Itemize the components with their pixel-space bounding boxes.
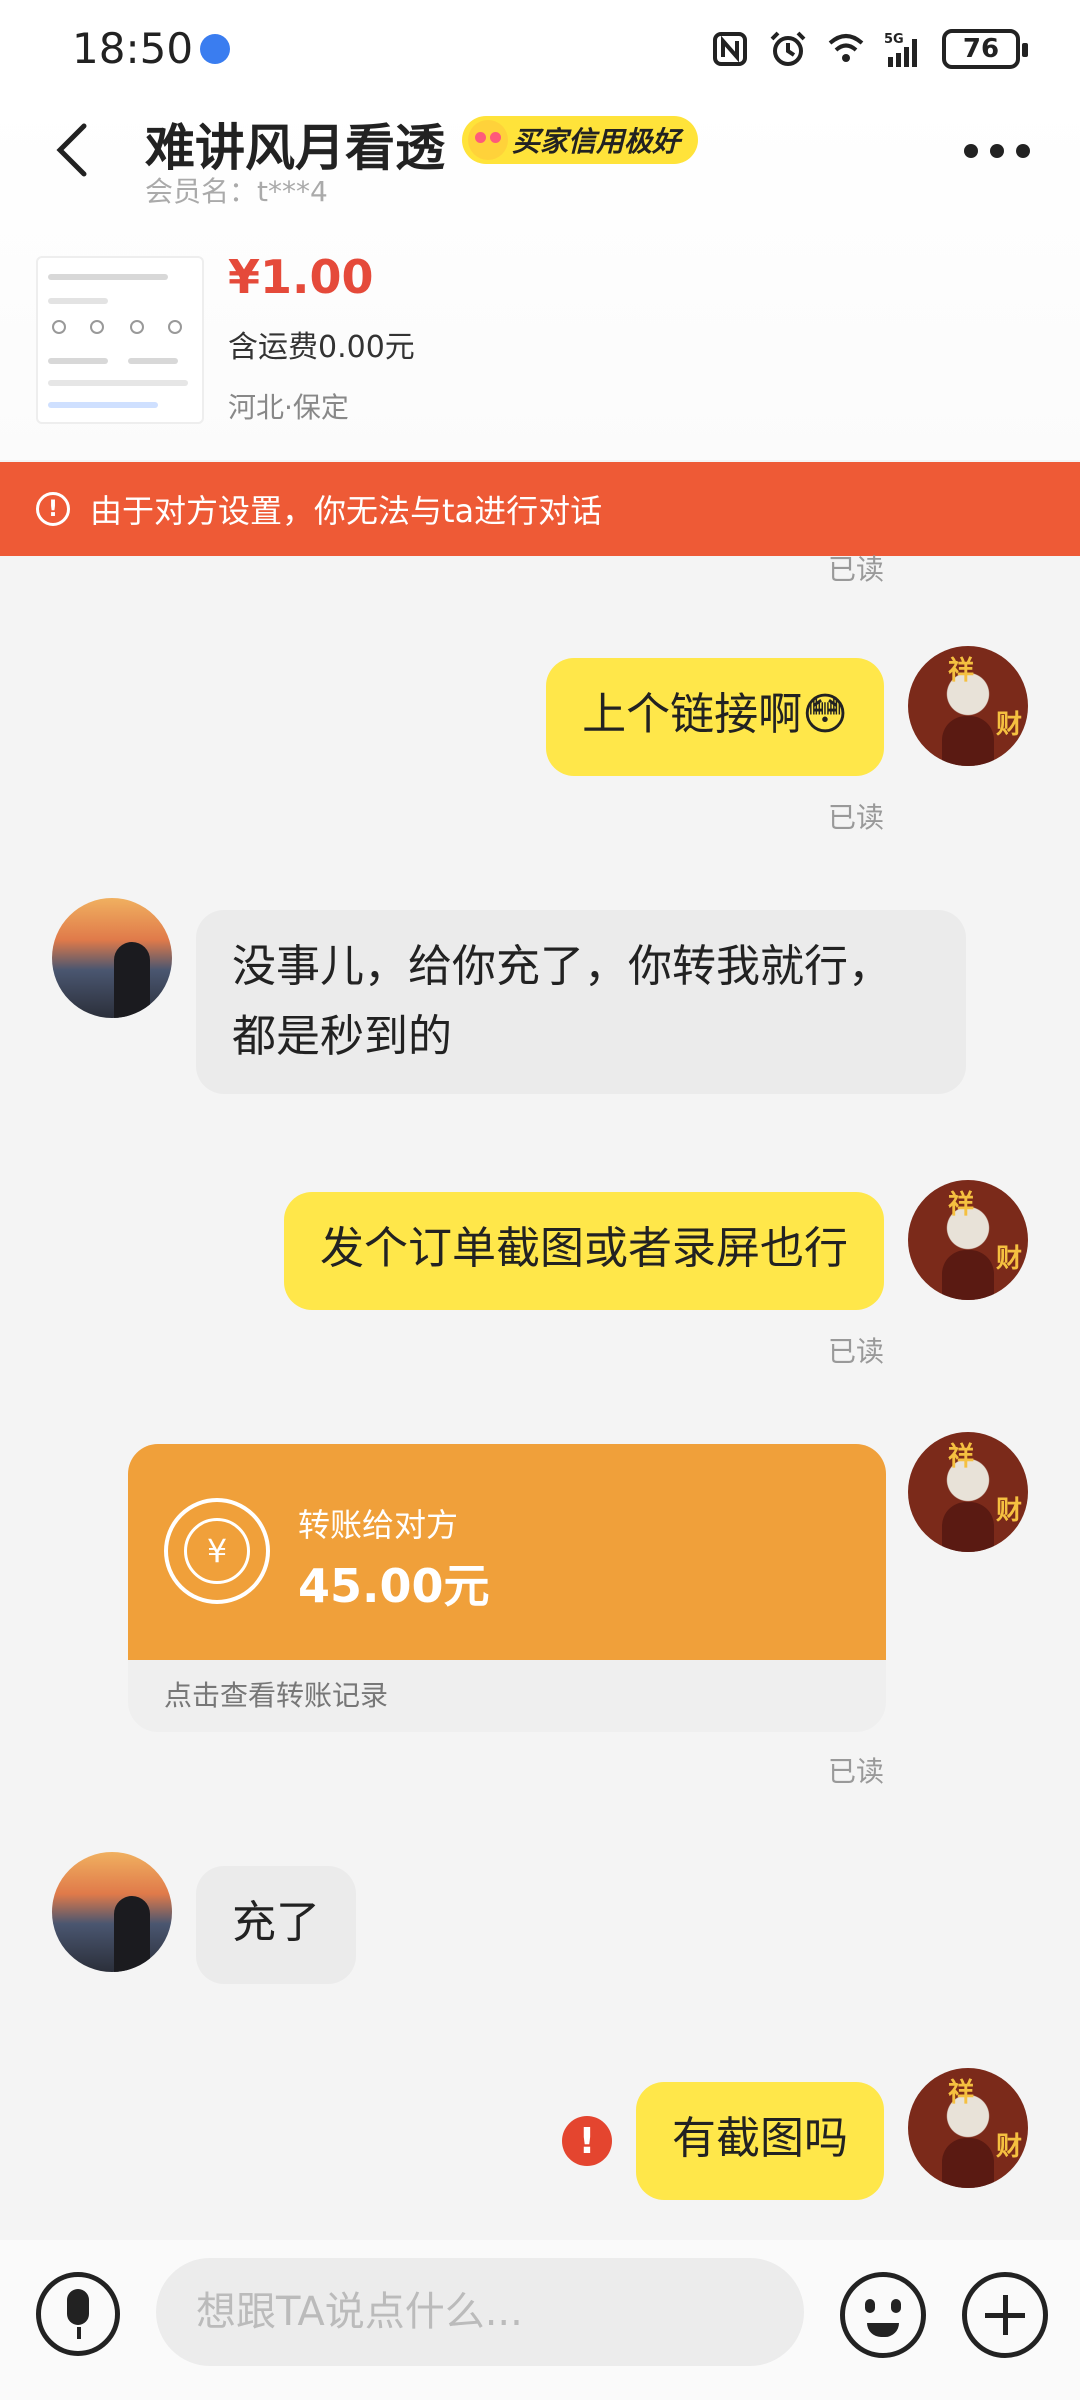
chat-header: 难讲风月看透 买家信用极好 会员名：t***4 ¥1.00 含运费0.00元 河… bbox=[0, 100, 1080, 460]
transfer-label: 转账给对方 bbox=[298, 1506, 459, 1544]
svg-text:5G: 5G bbox=[884, 32, 904, 47]
read-status: 已读 bbox=[827, 553, 884, 586]
product-thumbnail[interactable] bbox=[36, 256, 204, 424]
message-bubble-sent[interactable]: 有截图吗 bbox=[636, 2082, 884, 2200]
my-avatar[interactable]: 祥财 bbox=[908, 1180, 1028, 1300]
read-status: 已读 bbox=[827, 1335, 884, 1368]
my-avatar[interactable]: 祥财 bbox=[908, 1432, 1028, 1552]
product-location: 河北·保定 bbox=[228, 391, 349, 424]
status-icons: 5G 76 bbox=[710, 24, 1028, 74]
message-bubble-sent[interactable]: 上个链接啊😳 bbox=[546, 658, 884, 776]
signal-5g-icon: 5G bbox=[884, 32, 917, 67]
transfer-amount: 45.00元 bbox=[298, 1559, 490, 1613]
status-bar: 18:50 5G 76 bbox=[0, 0, 1080, 100]
warning-text: 由于对方设置，你无法与ta进行对话 bbox=[90, 492, 603, 530]
mic-icon[interactable] bbox=[36, 2272, 120, 2356]
nfc-icon bbox=[713, 32, 747, 66]
transfer-card[interactable]: ¥ 转账给对方 45.00元 点击查看转账记录 bbox=[128, 1444, 886, 1732]
member-name: 会员名：t***4 bbox=[145, 175, 328, 208]
product-shipping: 含运费0.00元 bbox=[228, 330, 415, 365]
input-bar bbox=[0, 2240, 1080, 2400]
emoji-icon[interactable] bbox=[840, 2272, 926, 2358]
transfer-card-body: ¥ 转账给对方 45.00元 bbox=[128, 1444, 886, 1660]
message-bubble-sent[interactable]: 发个订单截图或者录屏也行 bbox=[284, 1192, 884, 1310]
send-failed-icon[interactable]: ! bbox=[562, 2116, 612, 2166]
warning-banner: ! 由于对方设置，你无法与ta进行对话 bbox=[0, 462, 1080, 556]
warning-icon: ! bbox=[36, 492, 70, 526]
wifi-icon bbox=[828, 34, 864, 62]
battery-icon: 76 bbox=[942, 29, 1028, 69]
more-icon[interactable] bbox=[964, 144, 1030, 158]
app-indicator-icon bbox=[200, 34, 230, 64]
alarm-icon bbox=[770, 31, 806, 66]
message-bubble-received[interactable]: 没事儿，给你充了，你转我就行，都是秒到的 bbox=[196, 910, 966, 1094]
read-status: 已读 bbox=[827, 1755, 884, 1788]
status-time: 18:50 bbox=[72, 24, 194, 73]
battery-level: 76 bbox=[962, 34, 1000, 64]
product-price: ¥1.00 bbox=[228, 250, 374, 304]
transfer-record-link[interactable]: 点击查看转账记录 bbox=[128, 1660, 886, 1732]
message-bubble-received[interactable]: 充了 bbox=[196, 1866, 356, 1984]
read-status: 已读 bbox=[827, 801, 884, 834]
contact-avatar[interactable] bbox=[52, 898, 172, 1018]
transfer-icon: ¥ bbox=[164, 1498, 270, 1604]
my-avatar[interactable]: 祥财 bbox=[908, 646, 1028, 766]
credit-badge: 买家信用极好 bbox=[462, 116, 699, 164]
contact-avatar[interactable] bbox=[52, 1852, 172, 1972]
message-input[interactable] bbox=[156, 2258, 804, 2366]
credit-badge-label: 买家信用极好 bbox=[512, 125, 681, 158]
back-arrow-icon[interactable] bbox=[48, 120, 98, 180]
plus-icon[interactable] bbox=[962, 2272, 1048, 2358]
badge-face-icon bbox=[468, 120, 508, 160]
my-avatar[interactable]: 祥财 bbox=[908, 2068, 1028, 2188]
